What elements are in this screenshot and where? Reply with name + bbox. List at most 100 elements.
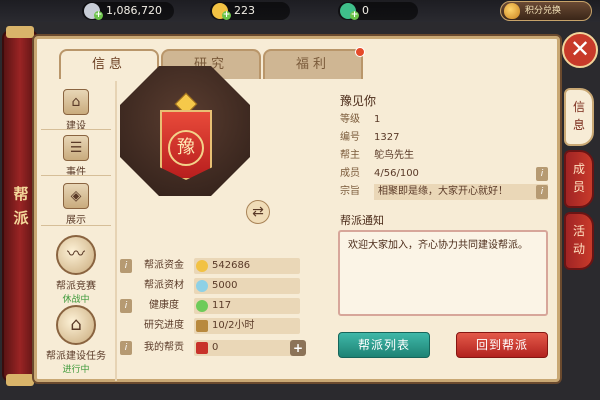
return-guild-button[interactable]: 回到帮派 bbox=[456, 332, 548, 358]
sidebar-item-build[interactable]: ⌂ 建设 bbox=[37, 89, 115, 132]
tab-welfare[interactable]: 福利 bbox=[263, 47, 365, 79]
contribution-value: 0 bbox=[212, 342, 219, 353]
help-icon[interactable]: i bbox=[120, 299, 132, 313]
info-key: 帮主 bbox=[340, 150, 360, 161]
swap-emblem-button[interactable]: ⇄ bbox=[246, 200, 270, 224]
add-jade-icon[interactable]: + bbox=[350, 11, 359, 20]
info-row-motto: 宗旨 相聚即是缘，大家开心就好！ i bbox=[340, 184, 550, 200]
info-row-members: 成员 4/56/100 i bbox=[340, 166, 550, 182]
stat-label: 健康度 bbox=[149, 300, 179, 311]
add-silver-icon[interactable]: + bbox=[94, 11, 103, 20]
stat-materials: 帮派资材 5000 bbox=[120, 278, 300, 294]
stat-contribution: i 我的帮贡 0 + bbox=[120, 340, 306, 356]
help-icon[interactable]: i bbox=[536, 185, 548, 199]
silver-counter: + 1,086,720 bbox=[82, 2, 174, 20]
notice-text: 欢迎大家加入，齐心协力共同建设帮派。 bbox=[348, 240, 528, 251]
tab-right-info[interactable]: 信息 bbox=[564, 88, 594, 146]
guild-scroll-banner: 帮派 bbox=[2, 26, 38, 386]
sidebar-item-display[interactable]: ◈ 展示 bbox=[37, 183, 115, 226]
scroll-cap-bottom bbox=[6, 374, 34, 386]
close-icon[interactable]: ✕ bbox=[562, 32, 598, 68]
materials-value: 5000 bbox=[212, 280, 238, 291]
info-key: 宗旨 bbox=[340, 186, 360, 197]
info-value: 1327 bbox=[374, 132, 400, 143]
sidebar-item-label: 帮派建设任务 bbox=[46, 351, 106, 362]
return-guild-label: 回到帮派 bbox=[475, 338, 528, 352]
tab-right-members[interactable]: 成员 bbox=[564, 150, 594, 208]
stat-research: 研究进度 10/2小时 bbox=[120, 318, 300, 334]
stat-health: i 健康度 117 bbox=[120, 298, 300, 314]
stat-value: 542686 bbox=[194, 258, 300, 274]
research-value: 10/2小时 bbox=[212, 320, 255, 331]
stat-label: 研究进度 bbox=[144, 320, 184, 331]
add-contribution-button[interactable]: + bbox=[290, 340, 306, 356]
info-row-id: 编号 1327 bbox=[340, 130, 550, 146]
info-row-leader: 帮主 鸵鸟先生 bbox=[340, 148, 550, 164]
tab-welfare-label: 福利 bbox=[295, 57, 330, 72]
right-tab-label: 活动 bbox=[572, 224, 585, 256]
help-icon[interactable]: i bbox=[120, 341, 132, 355]
jade-counter: + 0 bbox=[338, 2, 418, 20]
divider bbox=[41, 225, 111, 226]
info-key: 成员 bbox=[340, 168, 360, 179]
gold-value: 223 bbox=[234, 4, 255, 17]
tab-right-activities[interactable]: 活动 bbox=[564, 212, 594, 270]
stat-value: 117 bbox=[194, 298, 300, 314]
build-task-status: 进行中 bbox=[62, 365, 90, 375]
sidebar-item-label: 建设 bbox=[66, 121, 86, 132]
dragon-icon: 〰 bbox=[56, 235, 96, 275]
health-value: 117 bbox=[212, 300, 232, 311]
help-icon[interactable]: i bbox=[120, 259, 132, 273]
info-row-level: 等级 1 bbox=[340, 112, 550, 128]
silver-value: 1,086,720 bbox=[106, 4, 162, 17]
house-icon: ⌂ bbox=[56, 305, 96, 345]
add-gold-icon[interactable]: + bbox=[222, 11, 231, 20]
stat-value: 10/2小时 bbox=[194, 318, 300, 334]
right-tab-label: 信息 bbox=[572, 100, 585, 132]
money-bag-icon bbox=[504, 3, 520, 19]
info-key: 编号 bbox=[340, 132, 360, 143]
hourglass-icon bbox=[196, 320, 208, 332]
stat-label: 帮派资金 bbox=[144, 260, 184, 271]
competition-status: 休战中 bbox=[62, 295, 90, 305]
guild-list-button[interactable]: 帮派列表 bbox=[338, 332, 430, 358]
divider bbox=[41, 175, 111, 176]
info-value: 相聚即是缘，大家开心就好！ bbox=[378, 186, 508, 197]
stat-label: 帮派资材 bbox=[144, 280, 184, 291]
stat-value: 0 bbox=[194, 340, 300, 356]
tab-info-label: 信息 bbox=[91, 57, 126, 72]
notice-textbox[interactable]: 欢迎大家加入，齐心协力共同建设帮派。 bbox=[338, 230, 548, 316]
pavilion-icon: ⌂ bbox=[63, 89, 89, 115]
scroll-cap-top bbox=[6, 26, 34, 38]
right-tab-label: 成员 bbox=[572, 162, 585, 194]
notice-title: 帮派通知 bbox=[340, 214, 384, 227]
stat-value: 5000 bbox=[194, 278, 300, 294]
nav-separator bbox=[115, 81, 117, 381]
guild-name: 豫见你 bbox=[340, 94, 377, 108]
exchange-label: 积分兑换 bbox=[525, 6, 562, 16]
coin-icon bbox=[196, 260, 208, 272]
tab-info[interactable]: 信息 bbox=[59, 49, 159, 79]
jade-value: 0 bbox=[362, 4, 369, 17]
gold-counter: + 223 bbox=[210, 2, 290, 20]
points-exchange-button[interactable]: 积分兑换 bbox=[500, 1, 592, 21]
health-icon bbox=[196, 300, 208, 312]
sidebar-item-competition[interactable]: 〰 帮派竞赛 休战中 bbox=[37, 235, 115, 305]
info-value: 1 bbox=[374, 114, 381, 125]
material-icon bbox=[196, 280, 208, 292]
guild-list-label: 帮派列表 bbox=[357, 338, 410, 352]
notification-dot bbox=[355, 47, 365, 57]
info-value: 4/56/100 bbox=[374, 168, 419, 179]
scroll-icon: ☰ bbox=[63, 135, 89, 161]
divider bbox=[41, 129, 111, 130]
info-key: 等级 bbox=[340, 114, 360, 125]
sidebar-item-label: 帮派竞赛 bbox=[56, 281, 96, 292]
guild-emblem-char: 豫 bbox=[168, 130, 204, 166]
funds-value: 542686 bbox=[212, 260, 251, 271]
sidebar-item-build-task[interactable]: ⌂ 帮派建设任务 进行中 bbox=[37, 305, 115, 375]
scroll-title: 帮派 bbox=[13, 185, 29, 227]
contribution-icon bbox=[196, 342, 208, 354]
sidebar-item-events[interactable]: ☰ 事件 bbox=[37, 135, 115, 178]
sidebar-item-label: 事件 bbox=[66, 167, 86, 178]
help-icon[interactable]: i bbox=[536, 167, 548, 181]
